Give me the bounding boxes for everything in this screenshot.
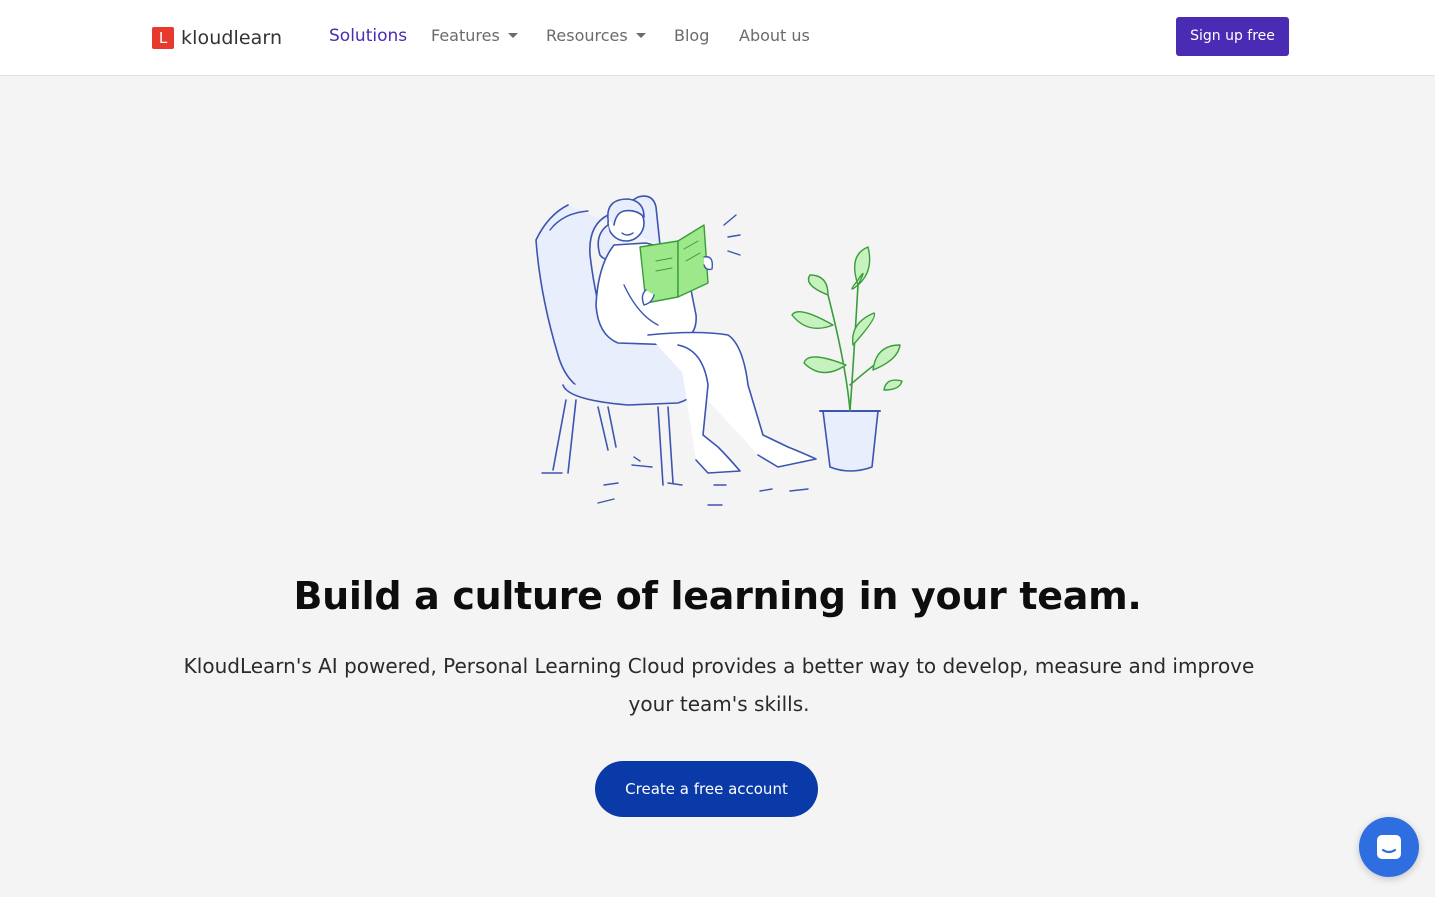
top-navbar: L kloudlearn Solutions Features Resource… <box>0 0 1435 76</box>
nav-item-label: Solutions <box>329 26 408 46</box>
kloudlearn-logo[interactable]: L kloudlearn <box>152 26 282 50</box>
nav-item-solutions[interactable]: Solutions <box>329 24 407 48</box>
nav-item-resources[interactable]: Resources <box>546 24 646 48</box>
nav-item-label: About us <box>739 26 810 45</box>
sign-up-free-button[interactable]: Sign up free <box>1176 17 1289 56</box>
create-free-account-button[interactable]: Create a free account <box>595 761 818 817</box>
nav-item-features[interactable]: Features <box>431 24 518 48</box>
logo-wordmark: kloudlearn <box>181 27 283 49</box>
reading-woman-illustration <box>535 195 903 506</box>
chat-bubble-icon <box>1377 835 1401 859</box>
nav-item-about-us[interactable]: About us <box>739 24 810 48</box>
chevron-down-icon <box>635 33 646 38</box>
chevron-down-icon <box>507 33 518 38</box>
hero-subtext: KloudLearn's AI powered, Personal Learni… <box>183 654 1255 716</box>
nav-item-label: Blog <box>674 26 710 45</box>
nav-item-blog[interactable]: Blog <box>674 24 709 48</box>
nav-item-label: Resources <box>546 26 628 45</box>
logo-mark-icon: L <box>152 27 174 49</box>
chat-launcher-button[interactable] <box>1359 817 1419 877</box>
hero-headline: Build a culture of learning in your team… <box>293 574 1142 618</box>
nav-item-label: Features <box>431 26 500 45</box>
